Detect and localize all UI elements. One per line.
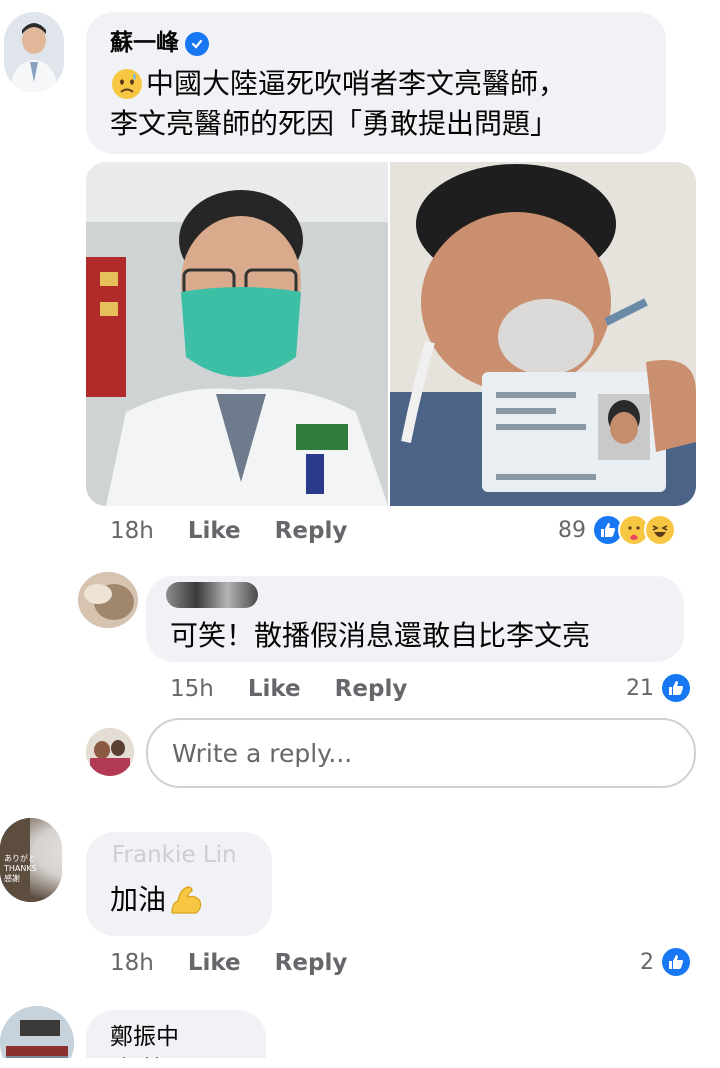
verified-badge-icon (185, 31, 209, 56)
reply1-reactions[interactable]: 21 (626, 670, 692, 706)
screen-bottom-edge (0, 1058, 720, 1068)
comment2-actions: 18h Like Reply (110, 946, 347, 980)
doctor-portrait-icon (4, 12, 64, 92)
comment1-attached-image[interactable] (86, 162, 696, 506)
comment2-reply-button[interactable]: Reply (275, 950, 348, 976)
reply1-author-redacted[interactable] (166, 582, 258, 608)
comment2-like-button[interactable]: Like (188, 950, 241, 976)
like-reaction-icon (660, 946, 692, 978)
avatar-current-user[interactable] (86, 728, 134, 776)
comment1-like-button[interactable]: Like (188, 518, 241, 544)
like-reaction-icon (660, 672, 692, 704)
reply1-actions: 15h Like Reply (170, 672, 407, 706)
comment2-text: 加油 (110, 880, 204, 920)
avatar-reply1-author[interactable] (78, 572, 138, 628)
current-user-avatar-image (86, 728, 134, 776)
reply1-like-button[interactable]: Like (248, 676, 301, 702)
comment2-bubble: Frankie Lin 加油 (86, 832, 272, 936)
write-reply-placeholder: Write a reply... (172, 738, 353, 768)
worried-face-emoji-icon (110, 67, 144, 101)
reply1-timestamp[interactable]: 15h (170, 676, 214, 702)
reply1-bubble: 可笑！散播假消息還敢自比李文亮 (146, 576, 684, 662)
photo-collage-image (86, 162, 696, 506)
comment1-reaction-count: 89 (558, 517, 586, 543)
write-reply-input[interactable]: Write a reply... (146, 718, 696, 788)
haha-reaction-icon (644, 514, 676, 546)
avatar-comment1-author[interactable] (4, 12, 64, 92)
comment1-reactions[interactable]: 89 (558, 512, 676, 548)
comment2-reaction-count: 2 (640, 949, 654, 975)
comment2-author[interactable]: Frankie Lin (112, 840, 237, 870)
comment1-bubble: 蘇一峰 中國大陸逼死吹哨者李文亮醫師， 李文亮醫師的死因「勇敢提出問題」 (86, 12, 666, 154)
blurred-avatar-image (78, 572, 138, 628)
reply1-reply-button[interactable]: Reply (335, 676, 408, 702)
flexed-biceps-emoji-icon (168, 883, 204, 917)
reply1-text: 可笑！散播假消息還敢自比李文亮 (170, 619, 591, 652)
comment3-author[interactable]: 鄭振中 (110, 1022, 179, 1052)
comment1-author[interactable]: 蘇一峰 (110, 28, 209, 58)
comment1-reply-button[interactable]: Reply (275, 518, 348, 544)
comment2-timestamp[interactable]: 18h (110, 950, 154, 976)
comment1-actions: 18h Like Reply (110, 514, 347, 548)
reply1-reaction-count: 21 (626, 675, 654, 701)
comment2-reactions[interactable]: 2 (640, 944, 692, 980)
comment1-text: 中國大陸逼死吹哨者李文亮醫師， 李文亮醫師的死因「勇敢提出問題」 (110, 67, 567, 140)
comment1-timestamp[interactable]: 18h (110, 518, 154, 544)
